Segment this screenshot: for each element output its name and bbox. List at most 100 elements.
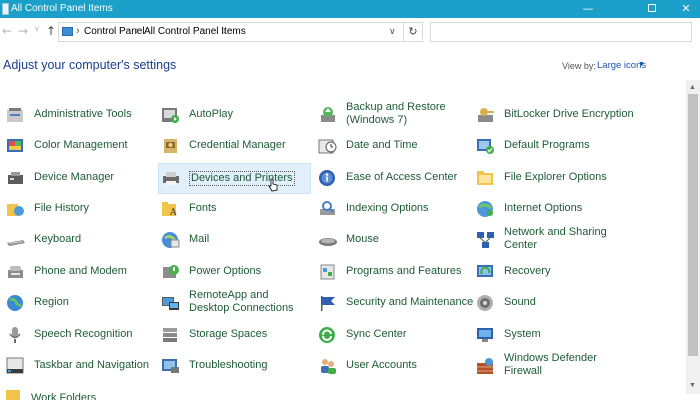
breadcrumb-all-items[interactable]: All Control Panel Items <box>144 26 246 37</box>
programs-icon <box>320 264 335 280</box>
control-panel-item[interactable]: Network and Sharing Center <box>476 226 626 254</box>
bitlocker-icon <box>478 108 494 122</box>
control-panel-item[interactable]: Ease of Access Center <box>318 164 468 192</box>
item-label[interactable]: Recovery <box>504 265 550 278</box>
breadcrumb-separator[interactable]: › <box>76 25 80 37</box>
item-label[interactable]: Color Management <box>34 139 128 152</box>
item-label[interactable]: Mouse <box>346 233 379 246</box>
item-label[interactable]: Region <box>34 296 69 309</box>
address-dropdown-button[interactable]: ∨ <box>389 26 396 37</box>
vertical-scrollbar[interactable]: ▲ ▼ <box>686 80 700 394</box>
control-panel-item[interactable]: Windows Defender Firewall <box>476 352 626 380</box>
color-management-icon <box>7 139 23 152</box>
item-label[interactable]: Device Manager <box>34 171 114 184</box>
mouse-icon <box>319 238 337 246</box>
control-panel-item[interactable]: Programs and Features <box>318 258 468 286</box>
item-label[interactable]: System <box>504 328 541 341</box>
control-panel-item[interactable]: Default Programs <box>476 132 626 160</box>
item-label[interactable]: Troubleshooting <box>189 359 267 372</box>
control-panel-item[interactable]: A Fonts <box>161 195 311 223</box>
item-label[interactable]: Administrative Tools <box>34 108 132 121</box>
scrollbar-thumb[interactable] <box>688 94 698 356</box>
control-panel-item[interactable]: AutoPlay <box>161 101 311 129</box>
breadcrumb-separator[interactable]: › <box>223 25 227 37</box>
item-label[interactable]: Devices and Printers <box>189 171 295 186</box>
forward-button[interactable]: → <box>18 24 28 38</box>
control-panel-item[interactable]: Phone and Modem <box>6 258 156 286</box>
item-label[interactable]: AutoPlay <box>189 108 233 121</box>
item-label[interactable]: Taskbar and Navigation <box>34 359 149 372</box>
control-panel-item[interactable]: User Accounts <box>318 352 468 380</box>
item-label[interactable]: Fonts <box>189 202 217 215</box>
control-panel-item[interactable]: Security and Maintenance <box>318 289 473 317</box>
item-label[interactable]: Power Options <box>189 265 261 278</box>
control-panel-item-devices-and-printers[interactable]: Devices and Printers <box>158 163 311 194</box>
control-panel-item[interactable]: Taskbar and Navigation <box>6 352 156 380</box>
control-panel-item[interactable]: Internet Options <box>476 195 626 223</box>
item-label[interactable]: File Explorer Options <box>504 171 607 184</box>
maximize-icon <box>648 4 656 12</box>
item-label[interactable]: Ease of Access Center <box>346 171 457 184</box>
control-panel-item[interactable]: Power Options <box>161 258 311 286</box>
item-label[interactable]: Speech Recognition <box>34 328 132 341</box>
address-bar[interactable]: › Control Panel › All Control Panel Item… <box>58 22 404 42</box>
control-panel-item[interactable]: Keyboard <box>6 226 156 254</box>
item-label[interactable]: Date and Time <box>346 139 418 152</box>
minimize-button[interactable]: — <box>566 0 610 18</box>
recent-locations-button[interactable]: ∨ <box>34 24 40 33</box>
item-label[interactable]: Sound <box>504 296 536 309</box>
control-panel-item[interactable]: Credential Manager <box>161 132 311 160</box>
search-input[interactable] <box>430 22 692 42</box>
scroll-down-button[interactable]: ▼ <box>689 382 696 389</box>
back-button[interactable]: ← <box>2 24 12 38</box>
scroll-up-button[interactable]: ▲ <box>689 84 696 91</box>
item-label[interactable]: BitLocker Drive Encryption <box>504 108 634 121</box>
control-panel-item[interactable]: File Explorer Options <box>476 164 626 192</box>
control-panel-item[interactable]: Troubleshooting <box>161 352 311 380</box>
item-label[interactable]: Default Programs <box>504 139 590 152</box>
control-panel-item[interactable]: RemoteApp and Desktop Connections <box>161 289 311 317</box>
item-label[interactable]: Backup and Restore (Windows 7) <box>346 101 446 127</box>
control-panel-item[interactable]: Color Management <box>6 132 156 160</box>
item-label[interactable]: RemoteApp and Desktop Connections <box>189 289 307 315</box>
control-panel-item[interactable]: BitLocker Drive Encryption <box>476 101 634 129</box>
control-panel-item[interactable]: Storage Spaces <box>161 321 311 349</box>
item-label[interactable]: Keyboard <box>34 233 81 246</box>
up-button[interactable]: ↑ <box>46 24 56 38</box>
item-label[interactable]: Indexing Options <box>346 202 429 215</box>
item-label[interactable]: User Accounts <box>346 359 417 372</box>
power-icon <box>163 265 179 278</box>
item-label[interactable]: Storage Spaces <box>189 328 267 341</box>
control-panel-item[interactable]: Administrative Tools <box>6 101 156 129</box>
item-label[interactable]: Phone and Modem <box>34 265 127 278</box>
breadcrumb-separator[interactable]: › <box>135 25 139 37</box>
control-panel-item[interactable]: Device Manager <box>6 164 156 192</box>
item-label[interactable]: Credential Manager <box>189 139 286 152</box>
control-panel-item[interactable]: Mail <box>161 226 311 254</box>
region-icon <box>7 295 23 311</box>
item-label[interactable]: Sync Center <box>346 328 407 341</box>
control-panel-item[interactable]: Sync Center <box>318 321 468 349</box>
close-button[interactable]: ✕ <box>664 0 700 18</box>
item-label[interactable]: Programs and Features <box>346 265 462 278</box>
item-label[interactable]: Windows Defender Firewall <box>504 352 604 378</box>
control-panel-item[interactable]: Recovery <box>476 258 626 286</box>
control-panel-item[interactable]: Speech Recognition <box>6 321 156 349</box>
control-panel-item[interactable]: Date and Time <box>318 132 468 160</box>
chevron-down-icon[interactable]: ▼ <box>638 61 645 68</box>
control-panel-item[interactable]: System <box>476 321 626 349</box>
item-label[interactable]: Internet Options <box>504 202 582 215</box>
item-label[interactable]: Mail <box>189 233 209 246</box>
item-label[interactable]: File History <box>34 202 89 215</box>
title-bar: All Control Panel Items — ✕ <box>0 0 700 18</box>
control-panel-item[interactable]: Mouse <box>318 226 468 254</box>
control-panel-item[interactable]: File History <box>6 195 156 223</box>
item-label[interactable]: Network and Sharing Center <box>504 226 614 252</box>
item-label[interactable]: Work Folders <box>31 392 96 400</box>
control-panel-item[interactable]: Indexing Options <box>318 195 468 223</box>
refresh-button[interactable]: ↻ <box>403 22 423 42</box>
control-panel-item[interactable]: Region <box>6 289 156 317</box>
item-label[interactable]: Security and Maintenance <box>346 296 473 309</box>
control-panel-item[interactable]: Backup and Restore (Windows 7) <box>318 101 468 129</box>
control-panel-item[interactable]: Sound <box>476 289 626 317</box>
